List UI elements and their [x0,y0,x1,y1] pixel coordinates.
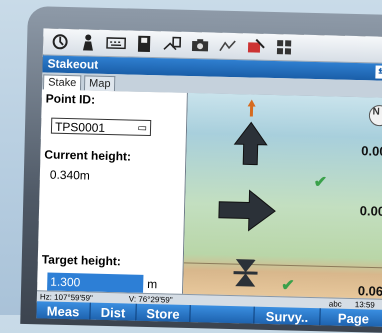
navigation-graphic [183,99,382,287]
forward-arrow-icon [233,121,268,166]
point-id-value: TPS0001 [54,119,106,135]
stakeout-graphic: N 0.00 ✔ 0.00 ✔ 0.06 [183,92,382,299]
map-tool-icon[interactable] [245,36,267,57]
satellite-icon[interactable] [161,34,183,55]
window-title: Stakeout [47,56,99,72]
switch-window-button[interactable]: ⇆ [375,65,382,79]
globe-icon[interactable] [49,32,71,53]
target-height-unit: m [147,276,158,292]
store-button[interactable]: Store [136,303,191,326]
keyboard-icon[interactable] [105,33,127,54]
point-list-icon[interactable]: ▭ [137,121,147,137]
device-screen: Stakeout ⇆ Stake Map Point ID: TPS0001 ▭… [36,28,382,327]
prism-pole-icon [247,99,256,117]
device-bezel: Stakeout ⇆ Stake Map Point ID: TPS0001 ▭… [20,6,382,333]
dist-button[interactable]: Dist [90,302,137,324]
right-arrow-icon [218,189,276,232]
compass-label: N [372,106,380,118]
current-height-value: 0.340m [49,167,91,183]
instrument-icon[interactable] [133,34,155,55]
height-ok-check-icon: ✔ [281,277,295,295]
tab-map[interactable]: Map [83,75,116,92]
height-difference-value: 0.06 [357,283,382,299]
stakeout-form: Point ID: TPS0001 ▭ Current height: 0.34… [37,89,188,294]
target-height-value: 1.300 [50,274,81,290]
point-id-label: Point ID: [45,91,96,107]
forward-distance-value: 0.00 [361,143,382,159]
grid-icon[interactable] [273,37,295,58]
data-icon[interactable] [217,36,239,57]
target-height-label: Target height: [41,252,122,269]
forward-ok-check-icon: ✔ [313,174,328,192]
survey-button[interactable]: Survy.. [254,306,321,327]
survey-person-icon[interactable] [77,32,99,53]
side-distance-value: 0.00 [359,203,382,219]
meas-button[interactable]: Meas [36,301,91,323]
point-id-field[interactable]: TPS0001 ▭ [50,117,152,137]
camera-icon[interactable] [189,35,211,56]
current-height-label: Current height: [44,147,132,164]
target-height-field[interactable]: 1.300 [47,272,144,293]
height-marker-icon [233,259,258,287]
page-button[interactable]: Page [320,308,382,327]
empty-softkey[interactable] [190,305,255,327]
